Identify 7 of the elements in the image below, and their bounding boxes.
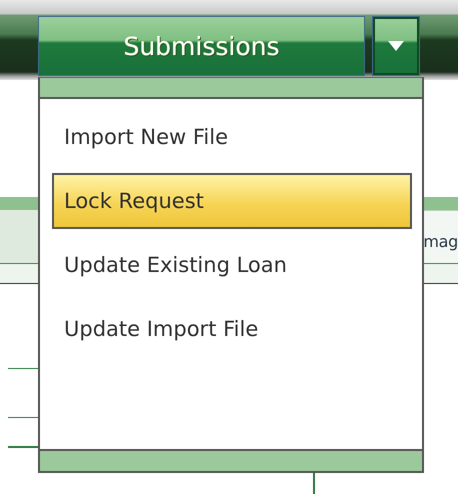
caret-icon [388, 41, 404, 51]
submissions-button[interactable]: Submissions [38, 16, 365, 76]
menu-item[interactable]: Update Existing Loan [52, 237, 412, 293]
dropdown-button[interactable] [372, 16, 420, 76]
menu-item[interactable]: Update Import File [52, 301, 412, 357]
menu-item[interactable]: Import New File [52, 109, 412, 165]
menu-item[interactable]: Lock Request [52, 173, 412, 229]
